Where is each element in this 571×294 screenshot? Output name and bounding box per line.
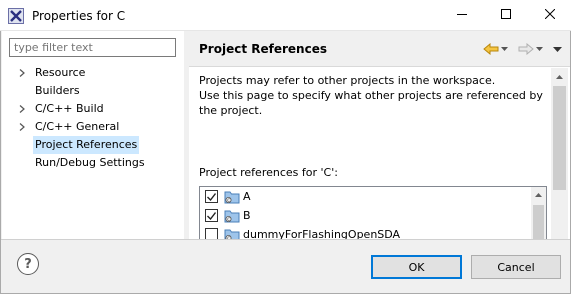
sidebar-item-label: C/C++ Build (35, 102, 104, 115)
svg-text:C: C (227, 216, 230, 222)
list-item[interactable]: C dummyForFlashingOpenSDA (200, 225, 546, 239)
reference-name: A (243, 190, 251, 203)
maximize-icon (500, 8, 511, 22)
sidebar-item-cpp-build[interactable]: C/C++ Build (2, 100, 184, 118)
minimize-icon (456, 9, 467, 22)
reference-checkbox[interactable] (205, 228, 218, 239)
chevron-right-icon[interactable] (17, 64, 27, 82)
toolbar-spacer (545, 41, 551, 57)
page-nav-toolbar (483, 41, 562, 57)
cancel-button[interactable]: Cancel (471, 255, 561, 279)
sidebar-item-project-references[interactable]: Project References (2, 136, 184, 154)
scrollbar-thumb[interactable] (553, 86, 566, 190)
references-scrollbar[interactable] (531, 187, 546, 239)
description-line: Projects may refer to other projects in … (199, 74, 496, 87)
scroll-up-icon[interactable] (551, 68, 568, 85)
close-icon (544, 8, 555, 22)
chevron-right-icon[interactable] (17, 100, 27, 118)
svg-text:C: C (227, 197, 230, 203)
eclipse-x-icon (8, 8, 24, 24)
reference-checkbox[interactable] (205, 190, 218, 203)
page-scrollbar[interactable] (551, 68, 568, 239)
view-menu-icon[interactable] (553, 41, 562, 57)
scroll-up-icon[interactable] (531, 187, 546, 203)
sidebar-item-cpp-general[interactable]: C/C++ General (2, 118, 184, 136)
reference-name: B (243, 209, 251, 222)
references-list: C A C B C dummyForFlashingOpenSDA (199, 186, 547, 239)
dialog-body: Resource Builders C/C++ Build C/C++ Gene… (0, 31, 571, 294)
sidebar-item-label: Resource (35, 66, 86, 79)
sidebar-item-label: C/C++ General (35, 120, 120, 133)
sidebar-item-builders[interactable]: Builders (2, 82, 184, 100)
list-item[interactable]: C A (200, 187, 546, 206)
description-line: Use this page to specify what other proj… (199, 89, 543, 117)
forward-menu-icon[interactable] (536, 41, 543, 57)
reference-name: dummyForFlashingOpenSDA (243, 228, 401, 239)
list-item[interactable]: C B (200, 206, 546, 225)
sidebar-item-label: Run/Debug Settings (35, 156, 145, 169)
chevron-right-icon[interactable] (17, 118, 27, 136)
sidebar: Resource Builders C/C++ Build C/C++ Gene… (2, 31, 184, 239)
back-arrow-icon[interactable] (483, 41, 499, 57)
close-button[interactable] (528, 0, 571, 30)
title-bar: Properties for C (0, 0, 571, 31)
page-content: Projects may refer to other projects in … (189, 68, 551, 239)
window-title: Properties for C (32, 9, 126, 23)
toolbar-spacer (510, 41, 516, 57)
scrollbar-thumb[interactable] (533, 205, 544, 239)
sidebar-item-run-debug-settings[interactable]: Run/Debug Settings (2, 154, 184, 172)
minimize-button[interactable] (440, 0, 483, 30)
sidebar-item-resource[interactable]: Resource (2, 64, 184, 82)
page-description: Projects may refer to other projects in … (199, 73, 544, 118)
reference-checkbox[interactable] (205, 209, 218, 222)
property-page: Project References Projects may refer to… (189, 31, 570, 239)
sidebar-item-label: Builders (35, 84, 80, 97)
page-header: Project References (189, 31, 570, 67)
help-icon: ? (24, 256, 32, 272)
ok-button[interactable]: OK (371, 255, 462, 279)
c-project-folder-icon: C (224, 190, 240, 204)
sidebar-tree: Resource Builders C/C++ Build C/C++ Gene… (2, 64, 184, 172)
c-project-folder-icon: C (224, 228, 240, 239)
button-bar-separator (1, 239, 570, 240)
sidebar-item-label: Project References (33, 136, 140, 154)
filter-input[interactable] (9, 38, 176, 57)
references-label: Project references for 'C': (199, 166, 338, 179)
back-menu-icon[interactable] (501, 41, 508, 57)
help-button[interactable]: ? (17, 253, 39, 275)
c-project-folder-icon: C (224, 209, 240, 223)
page-title: Project References (199, 42, 327, 56)
forward-arrow-icon[interactable] (518, 41, 534, 57)
maximize-button[interactable] (484, 0, 527, 30)
